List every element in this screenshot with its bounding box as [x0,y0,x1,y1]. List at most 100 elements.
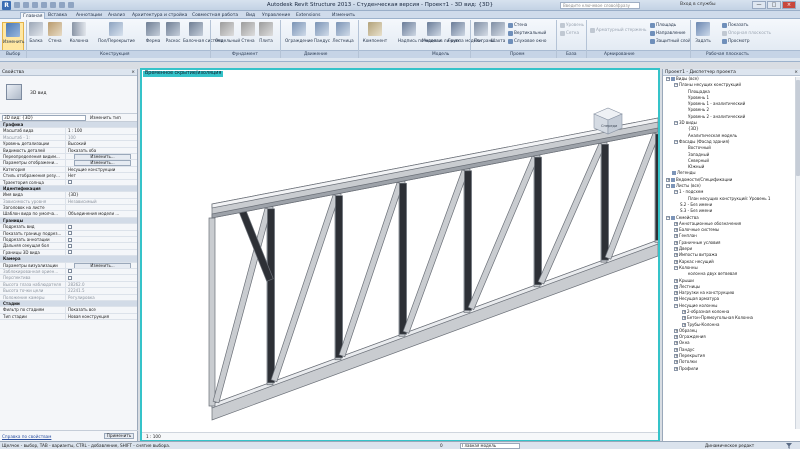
expand-icon[interactable]: + [682,316,686,321]
scrollbar-thumb[interactable] [796,80,800,176]
truss-diagonal-light[interactable] [402,169,469,334]
tab-collaborate[interactable]: Совместная работа [190,12,240,19]
model-text-button[interactable]: Надпись по модели [398,22,441,52]
truss-diagonal-light[interactable] [212,207,272,404]
railing-button[interactable]: Ограждение [285,22,313,52]
properties-close-button[interactable]: × [131,69,135,76]
property-value[interactable]: Новая конструкция [66,314,137,319]
checkbox[interactable] [68,237,72,242]
slab-button[interactable]: Плита [258,22,274,52]
collapse-icon[interactable]: − [666,215,670,220]
search-input[interactable]: Введите ключевое слово/фразу [560,2,640,9]
editable-only-toggle[interactable]: Динамическое редакт [705,443,754,448]
expand-icon[interactable]: + [674,228,678,233]
collapse-icon[interactable]: − [674,303,678,308]
property-value[interactable]: Объединения модели ... [66,211,137,216]
print-icon[interactable] [50,2,56,8]
truss-diagonal-light[interactable] [270,194,340,383]
truss-diagonal-light[interactable] [604,132,658,260]
expand-icon[interactable]: + [674,221,678,226]
open-icon[interactable] [14,2,20,8]
property-value[interactable]: Несущие конструкции [66,167,137,172]
modify-button[interactable]: Изменить [2,22,24,52]
set-workplane-button[interactable]: Задать [694,22,712,52]
checkbox[interactable] [68,275,72,280]
revit-logo-icon[interactable]: R [2,1,11,10]
viewcube-icon[interactable]: Спереди [588,104,628,136]
by-face-button[interactable]: По грани [474,22,494,52]
beam-button[interactable]: Балка [28,22,44,52]
wall-button[interactable]: Стена [47,22,63,52]
save-icon[interactable] [23,2,29,8]
apply-button[interactable]: Применить [104,433,134,439]
component-button[interactable]: Компонент [362,22,388,52]
collapse-icon[interactable]: − [674,139,678,144]
wall-foundation-button[interactable]: Стена [240,22,256,52]
property-checkbox-cell[interactable] [66,180,137,185]
truss-diagonal-light[interactable] [338,181,404,358]
tab-view[interactable]: Вид [244,12,257,19]
property-value[interactable]: Нет [66,173,137,178]
undo-icon[interactable] [32,2,38,8]
truss-vertical-dark[interactable] [601,143,609,261]
tab-extensions[interactable]: Extensions [294,12,322,19]
collapse-icon[interactable]: − [674,190,678,195]
property-checkbox-cell[interactable] [66,231,137,236]
expand-icon[interactable]: + [674,247,678,252]
collapse-icon[interactable]: − [674,265,678,270]
property-value[interactable]: 28262.0 [66,282,137,287]
truss-vertical-dark[interactable] [534,156,542,286]
floor-button[interactable]: Пол/Перекрытие [98,22,135,52]
stair-button[interactable]: Лестница [331,22,355,52]
instance-type-dropdown[interactable]: 3D вид: {3D} [2,115,86,121]
direction-button[interactable]: Направление [650,30,685,36]
collapse-icon[interactable]: − [666,77,670,81]
filter-icon[interactable] [786,443,792,449]
collapse-icon[interactable]: − [674,121,678,126]
property-value[interactable] [66,205,137,210]
checkbox[interactable] [68,250,72,255]
expand-icon[interactable]: + [674,234,678,239]
close-button[interactable]: × [782,1,796,9]
opening-vertical-button[interactable]: Вертикальный [508,30,546,36]
expand-icon[interactable]: + [674,328,678,333]
ref-plane-button[interactable]: Опорная плоскость [722,30,771,36]
property-checkbox-cell[interactable] [66,224,137,229]
measure-icon[interactable] [59,2,65,8]
level-button[interactable]: Уровень [560,22,584,28]
truss-vertical[interactable] [208,217,216,407]
model-line-button[interactable]: Модель в линиях [422,22,460,52]
expand-icon[interactable]: + [666,177,670,182]
expand-icon[interactable]: + [674,335,678,340]
tab-insert[interactable]: Вставка [46,12,69,19]
collapse-icon[interactable]: − [666,184,670,189]
edit-button-label[interactable]: Изменить... [74,153,131,160]
expand-icon[interactable]: + [674,347,678,352]
edit-button-label[interactable]: Изменить... [74,262,131,268]
truss-diagonal-light[interactable] [537,142,606,285]
expand-icon[interactable]: + [674,259,678,264]
brace-button[interactable]: Раскос [164,22,182,52]
3d-viewport[interactable]: Временное скрытие/изоляция Спереди 1 : 1… [140,68,660,442]
tab-annotate[interactable]: Аннотации [74,12,104,19]
rebar-button[interactable]: Арматурный стержень [590,27,646,33]
truss-vertical-dark[interactable] [399,182,407,335]
ramp-button[interactable]: Пандус [313,22,331,52]
show-workplane-button[interactable]: Показать [722,22,749,28]
truss-button[interactable]: Ферма [143,22,163,52]
beam-system-button[interactable]: Балочная система [183,22,223,52]
property-value[interactable]: Независимый [66,199,137,204]
expand-icon[interactable]: + [682,309,686,314]
property-value[interactable]: 1 : 100 [66,128,137,133]
truss-vertical-dark[interactable] [267,208,275,384]
cover-button[interactable]: Защитный слой [650,38,691,44]
tab-architecture[interactable]: Архитектура и стройка [130,12,189,19]
3d-view-icon[interactable] [68,2,74,8]
expand-icon[interactable]: + [674,240,678,245]
property-checkbox-cell[interactable] [66,243,137,248]
truss-vertical-dark[interactable] [464,170,472,311]
view-scale[interactable]: 1 : 100 [146,434,161,439]
property-value[interactable]: Показать оба [66,148,137,153]
property-checkbox-cell[interactable] [66,269,137,274]
browser-scrollbar[interactable] [795,77,800,429]
